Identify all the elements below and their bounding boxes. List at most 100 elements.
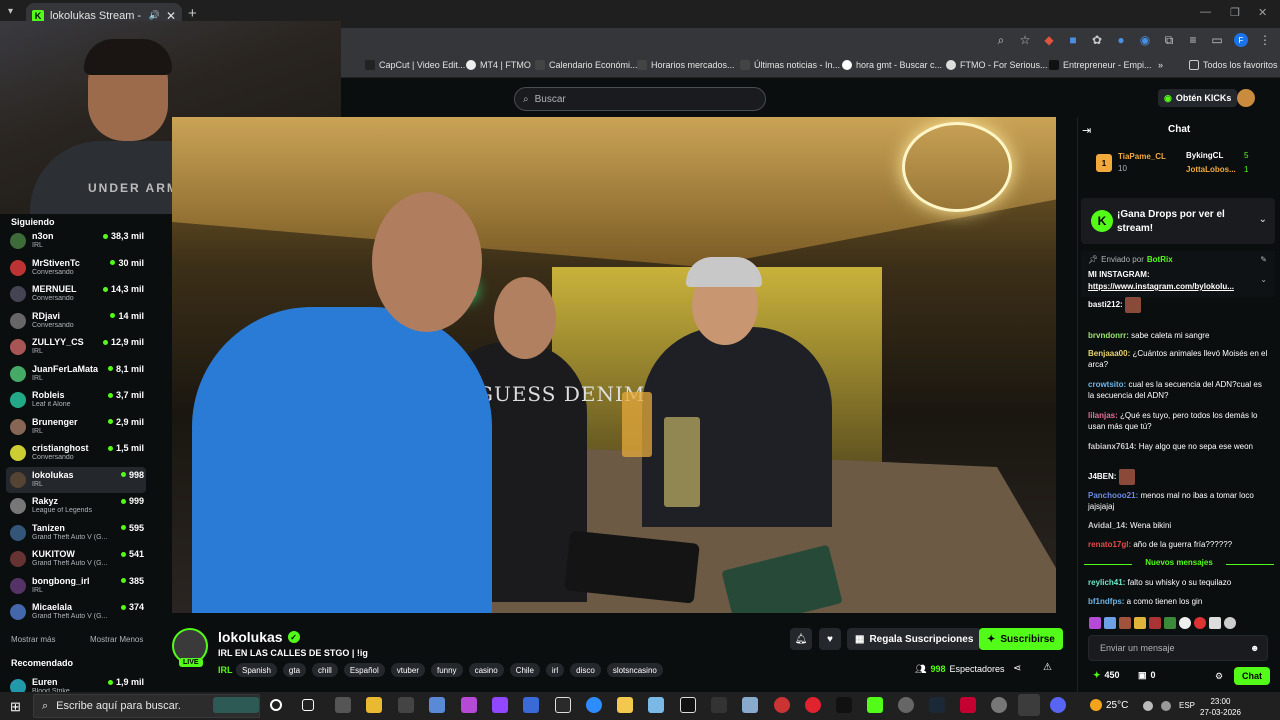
stream-tag[interactable]: disco: [570, 663, 601, 677]
show-less-link[interactable]: Mostrar Menos: [90, 635, 143, 644]
emote[interactable]: [1224, 617, 1236, 629]
taskbar-app-icon[interactable]: [617, 697, 633, 713]
puzzle-icon[interactable]: ⧉: [1162, 33, 1176, 47]
stream-tag[interactable]: funny: [430, 663, 463, 677]
sidebar-channel-item[interactable]: RDjavi Conversando 14 mil: [6, 308, 146, 334]
sidebar-channel-item[interactable]: KUKITOW Grand Theft Auto V (G... 541: [6, 546, 146, 572]
extension-icon[interactable]: ●: [1114, 33, 1128, 47]
chat-username[interactable]: Benjaaa00:: [1088, 349, 1130, 358]
translate-icon[interactable]: ■: [1066, 33, 1080, 47]
taskbar-app-icon[interactable]: [335, 697, 351, 713]
video-player[interactable]: GUESS DENIM: [172, 117, 1056, 613]
tray-icon[interactable]: [1143, 701, 1153, 711]
chat-username[interactable]: fabianx7614:: [1088, 442, 1136, 451]
close-window-button[interactable]: ✕: [1258, 6, 1267, 19]
taskbar-app-icon[interactable]: [960, 697, 976, 713]
taskbar-app-icon[interactable]: [648, 697, 664, 713]
sidebar-channel-item[interactable]: bongbong_irl IRL 385: [6, 573, 146, 599]
sidebar-channel-item[interactable]: n3on IRL 38,3 mil: [6, 228, 146, 254]
task-view-icon[interactable]: [302, 699, 314, 711]
taskbar-app-icon[interactable]: [1050, 697, 1066, 713]
expand-pinned-icon[interactable]: ⌄: [1260, 275, 1267, 284]
bookmark-item[interactable]: hora gmt - Buscar c...: [842, 60, 942, 70]
send-chat-button[interactable]: Chat: [1234, 667, 1270, 685]
chat-username[interactable]: crowtsito:: [1088, 380, 1126, 389]
all-bookmarks-folder[interactable]: Todos los favoritos: [1189, 60, 1278, 70]
chat-username[interactable]: lilanjas:: [1088, 411, 1118, 420]
emote[interactable]: [1194, 617, 1206, 629]
sidebar-channel-item[interactable]: Robleis Leaf it Alone 3,7 mil: [6, 387, 146, 413]
emote[interactable]: [1104, 617, 1116, 629]
file-explorer-icon[interactable]: [366, 697, 382, 713]
bookmark-item[interactable]: Entrepreneur - Empi...: [1049, 60, 1152, 70]
collapse-chat-icon[interactable]: ⇥: [1082, 124, 1091, 137]
tiktok-icon[interactable]: [836, 697, 852, 713]
stream-tag[interactable]: gta: [282, 663, 307, 677]
chat-settings-gear-icon[interactable]: ⚙: [1215, 671, 1223, 682]
maximize-button[interactable]: ❐: [1230, 6, 1240, 19]
chat-username[interactable]: bf1ndfps:: [1088, 597, 1124, 606]
sidebar-channel-item[interactable]: Micaelala Grand Theft Auto V (G... 374: [6, 599, 146, 625]
taskbar-app-icon[interactable]: [742, 697, 758, 713]
emote[interactable]: [1089, 617, 1101, 629]
emote-picker-icon[interactable]: ☻: [1250, 643, 1259, 653]
tab-split-icon[interactable]: ▭: [1210, 33, 1224, 47]
gift-subscriptions-button[interactable]: ▦ Regala Suscripciones: [847, 628, 982, 650]
pinned-link[interactable]: https://www.instagram.com/bylokolu...: [1088, 282, 1234, 291]
stream-tag[interactable]: Chile: [509, 663, 540, 677]
taskbar-app-icon[interactable]: [774, 697, 790, 713]
bookmark-item[interactable]: Horarios mercados...: [637, 60, 735, 70]
chat-username[interactable]: brvndonrr:: [1088, 331, 1129, 340]
taskbar-app-icon[interactable]: [711, 697, 727, 713]
stream-tag[interactable]: vtuber: [390, 663, 425, 677]
windows-start-icon[interactable]: ⊞: [10, 699, 21, 715]
taskbar-app-icon[interactable]: [213, 697, 259, 713]
bookmark-star-icon[interactable]: ☆: [1018, 33, 1032, 47]
search-input[interactable]: ⌕ Buscar: [514, 87, 766, 111]
emote[interactable]: [1134, 617, 1146, 629]
new-tab-button[interactable]: +: [188, 5, 197, 22]
zoom-app-icon[interactable]: [586, 697, 602, 713]
stream-tag[interactable]: chill: [312, 663, 338, 677]
leaderboard-user[interactable]: JottaLobos...: [1186, 165, 1236, 174]
minimize-button[interactable]: —: [1200, 6, 1211, 18]
chrome-icon[interactable]: [1018, 694, 1040, 716]
capcut-icon[interactable]: [680, 697, 696, 713]
follow-heart-button[interactable]: ♥: [819, 628, 841, 650]
kick-app-icon[interactable]: [867, 697, 883, 713]
audio-icon[interactable]: 🔊: [149, 10, 160, 21]
chat-input[interactable]: Enviar un mensaje: [1088, 635, 1268, 661]
taskbar-app-icon[interactable]: [555, 697, 571, 713]
cortana-icon[interactable]: [270, 699, 282, 711]
unpin-icon[interactable]: ✎: [1260, 255, 1267, 264]
chat-username[interactable]: J4BEN:: [1088, 472, 1116, 481]
sidebar-channel-item[interactable]: Tanizen Grand Theft Auto V (G... 595: [6, 520, 146, 546]
taskbar-app-icon[interactable]: [991, 697, 1007, 713]
bookmark-item[interactable]: FTMO - For Serious...: [946, 60, 1048, 70]
settings-gear-icon[interactable]: [898, 697, 914, 713]
leaderboard-user[interactable]: BykingCL: [1186, 151, 1223, 160]
sidebar-channel-item[interactable]: MrStivenTc Conversando 30 mil: [6, 255, 146, 281]
sidebar-channel-item[interactable]: JuanFerLaMata IRL 8,1 mil: [6, 361, 146, 387]
emote[interactable]: [1149, 617, 1161, 629]
taskbar-app-icon[interactable]: [429, 697, 445, 713]
extension-icon[interactable]: ◉: [1138, 33, 1152, 47]
emote[interactable]: [1179, 617, 1191, 629]
taskbar-app-icon[interactable]: [523, 697, 539, 713]
opera-icon[interactable]: [805, 697, 821, 713]
stream-tag[interactable]: Spanish: [236, 663, 277, 677]
notification-bell-button[interactable]: 🔔︎: [790, 628, 812, 650]
profile-icon[interactable]: F: [1234, 33, 1248, 47]
bookmark-item[interactable]: Calendario Económi...: [535, 60, 638, 70]
stream-tag[interactable]: slotsncasino: [606, 663, 663, 677]
show-more-link[interactable]: Mostrar más: [11, 635, 55, 644]
emote[interactable]: [1164, 617, 1176, 629]
more-bookmarks-icon[interactable]: »: [1158, 60, 1163, 70]
get-kicks-button[interactable]: ◉ Obtén KICKs: [1158, 89, 1238, 107]
sidebar-channel-item[interactable]: cristianghost Conversando 1,5 mil: [6, 440, 146, 466]
bookmark-item[interactable]: Últimas noticias - In...: [740, 60, 840, 70]
subscribe-button[interactable]: ✦ Suscribirse: [979, 628, 1063, 650]
chat-username[interactable]: basti212:: [1088, 300, 1123, 309]
media-icon[interactable]: ≡: [1186, 33, 1200, 47]
chat-username[interactable]: renato17gl:: [1088, 540, 1131, 549]
